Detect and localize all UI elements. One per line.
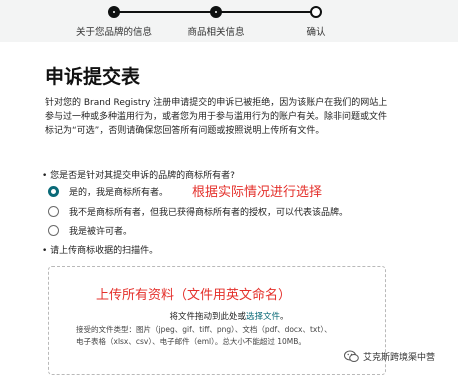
stepper-connector <box>114 11 214 13</box>
filetypes-line-1: 接受的文件类型：图片（jpeg、gif、tiff、png）、文档（pdf、doc… <box>76 325 332 334</box>
step-3-current-icon <box>310 6 322 18</box>
upload-instruction: • 请上传商标收据的扫描件。 <box>42 246 159 256</box>
radio-selected-icon[interactable] <box>48 186 59 197</box>
choose-file-link[interactable]: 选择文件 <box>246 312 280 322</box>
option-authorized-label: 我不是商标所有者，但我已获得商标所有者的授权，可以代表该品牌。 <box>69 208 349 218</box>
radio-unselected-icon[interactable] <box>48 206 59 217</box>
step-2-label: 商品相关信息 <box>187 27 245 38</box>
upload-hint-annotation: 上传所有资料（文件用英文命名） <box>96 288 292 303</box>
wechat-icon <box>344 350 359 362</box>
step-3-label: 确认 <box>306 27 326 38</box>
option-owner-label: 是的，我是商标所有者。 <box>69 188 169 198</box>
step-1-label: 关于您品牌的信息 <box>75 27 153 38</box>
accepted-file-types: 接受的文件类型：图片（jpeg、gif、tiff、png）、文档（pdf、doc… <box>76 324 376 348</box>
trademark-owner-question: • 您是否是针对其提交申诉的品牌的商标所有者? <box>42 171 235 181</box>
option-owner[interactable]: 是的，我是商标所有者。 <box>48 185 168 198</box>
select-hint-annotation: 根据实际情况进行选择 <box>192 185 323 200</box>
form-intro-text: 针对您的 Brand Registry 注册申请提交的申诉已被拒绝，因为该账户在… <box>45 98 388 136</box>
option-licensee[interactable]: 我是被许可者。 <box>48 224 132 237</box>
page-title: 申诉提交表 <box>45 66 141 88</box>
drop-text-suffix: 。 <box>280 312 289 322</box>
dropzone-instruction: 将文件拖动到此处或选择文件。 <box>0 310 458 322</box>
drop-text-prefix: 将文件拖动到此处或 <box>169 312 246 322</box>
filetypes-line-2: 电子表格（xlsx、csv）、电子邮件（eml）。总大小不能超过 10MB。 <box>76 337 306 346</box>
option-licensee-label: 我是被许可者。 <box>69 227 133 237</box>
option-authorized[interactable]: 我不是商标所有者，但我已获得商标所有者的授权，可以代表该品牌。 <box>48 205 348 218</box>
watermark: 艾克斯跨境渠中营 <box>344 350 435 363</box>
stepper-connector <box>216 11 316 13</box>
progress-stepper: 关于您品牌的信息 商品相关信息 确认 <box>0 0 458 42</box>
watermark-text: 艾克斯跨境渠中营 <box>363 353 436 363</box>
radio-unselected-icon[interactable] <box>48 225 59 236</box>
step-1-check-icon <box>108 6 120 18</box>
step-2-check-icon <box>210 6 222 18</box>
